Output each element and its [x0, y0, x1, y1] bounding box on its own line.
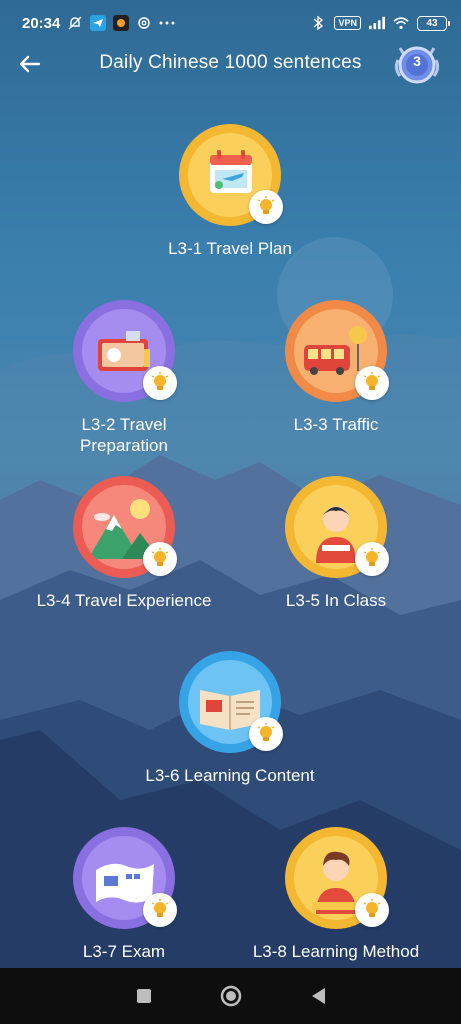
- lesson-l3-1[interactable]: L3-1 Travel Plan: [140, 124, 320, 259]
- square-icon: [136, 989, 151, 1003]
- level-number: 3: [413, 53, 421, 69]
- clock: 20:34: [22, 14, 61, 32]
- lesson-label: L3-1 Travel Plan: [168, 239, 292, 258]
- lesson-medal[interactable]: [285, 476, 389, 578]
- app-notification-icon: [113, 15, 130, 31]
- lightbulb-icon: [355, 542, 389, 576]
- lesson-medal[interactable]: [73, 827, 177, 929]
- wifi-icon: [393, 15, 409, 31]
- lesson-medal[interactable]: [73, 476, 177, 578]
- lesson-label: L3-4 Travel Experience: [36, 591, 212, 610]
- lesson-l3-8[interactable]: L3-8 Learning Method: [246, 827, 426, 962]
- lightbulb-icon: [143, 542, 177, 576]
- lesson-label: L3-6 Learning Content: [145, 766, 315, 785]
- lesson-label: L3-5 In Class: [285, 591, 387, 610]
- recents-button[interactable]: [130, 982, 158, 1010]
- signal-icon: [369, 15, 385, 31]
- lesson-l3-6[interactable]: L3-6 Learning Content: [140, 651, 320, 786]
- lesson-label: L3-3 Traffic: [293, 415, 379, 434]
- lesson-medal[interactable]: [73, 300, 177, 402]
- triangle-back-icon: [311, 988, 325, 1004]
- system-nav-bar: [0, 968, 461, 1024]
- telegram-icon: [90, 15, 107, 31]
- lightbulb-icon: [355, 366, 389, 400]
- vpn-badge: VPN: [334, 16, 361, 30]
- lesson-label: L3-8 Learning Method: [252, 942, 420, 961]
- lightbulb-icon: [249, 190, 283, 224]
- more-notifications-icon: [159, 15, 175, 31]
- lightbulb-icon: [143, 366, 177, 400]
- level-badge[interactable]: 3: [392, 38, 442, 88]
- mute-notification-icon: [67, 15, 83, 31]
- lesson-l3-5[interactable]: L3-5 In Class: [246, 476, 426, 611]
- lesson-medal[interactable]: [285, 827, 389, 929]
- threads-icon: [136, 15, 152, 31]
- lesson-l3-4[interactable]: L3-4 Travel Experience: [34, 476, 214, 611]
- lightbulb-icon: [143, 893, 177, 927]
- lesson-l3-3[interactable]: L3-3 Traffic: [246, 300, 426, 435]
- lesson-medal[interactable]: [179, 651, 283, 753]
- lesson-l3-7[interactable]: L3-7 Exam: [34, 827, 214, 962]
- lesson-label: L3-2 Travel Preparation: [80, 415, 168, 455]
- battery-indicator: 43: [417, 15, 450, 31]
- lesson-medal[interactable]: [285, 300, 389, 402]
- back-nav-button[interactable]: [304, 982, 332, 1010]
- lesson-l3-2[interactable]: L3-2 Travel Preparation: [34, 300, 214, 456]
- home-button[interactable]: [217, 982, 245, 1010]
- lightbulb-icon: [355, 893, 389, 927]
- lightbulb-icon: [249, 717, 283, 751]
- bluetooth-icon: [310, 15, 326, 31]
- lesson-label: L3-7 Exam: [82, 942, 166, 961]
- circle-icon: [220, 985, 241, 1007]
- lesson-medal[interactable]: [179, 124, 283, 226]
